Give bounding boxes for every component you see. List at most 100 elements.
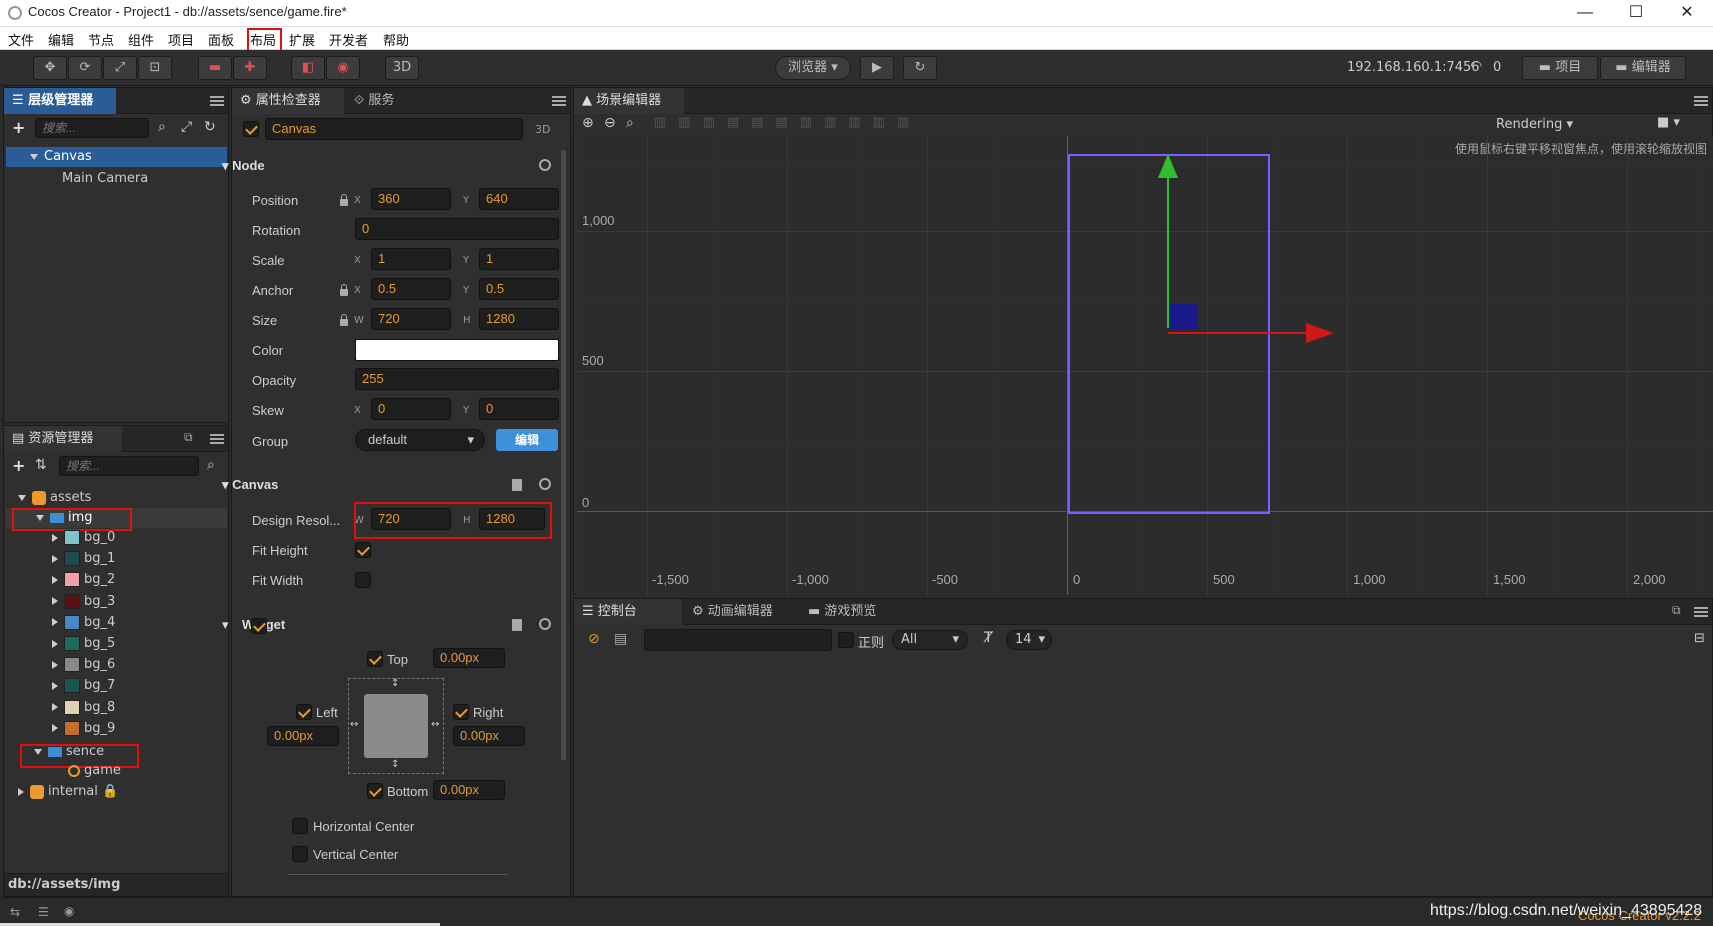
tab-animation-editor[interactable]: ⚙ 动画编辑器 <box>684 599 798 625</box>
panel-menu-icon[interactable] <box>1694 96 1708 98</box>
gizmo-x-arrow-icon[interactable] <box>1306 323 1334 343</box>
maximize-button[interactable]: ☐ <box>1616 2 1656 24</box>
close-button[interactable]: ✕ <box>1667 2 1707 24</box>
expand-arrow-icon[interactable] <box>30 153 38 160</box>
group-select[interactable]: default ▾ <box>355 429 485 451</box>
browser-select[interactable]: 浏览器 ▾ <box>775 56 851 80</box>
tab-hierarchy[interactable]: ☰ 层级管理器 <box>4 88 116 114</box>
rotate-tool-button[interactable]: ⟳ <box>68 56 102 80</box>
sort-icon[interactable]: ⇅ <box>35 457 47 473</box>
vertical-center-checkbox[interactable] <box>292 846 308 862</box>
opacity-input[interactable]: 255 <box>355 368 559 390</box>
zoom-in-icon[interactable]: ⊕ <box>582 115 594 131</box>
anchor-x-input[interactable]: 0.5 <box>371 278 451 300</box>
lock-icon[interactable] <box>340 284 348 296</box>
log-level-select[interactable]: All ▾ <box>892 630 968 650</box>
add-node-button[interactable]: + <box>12 118 25 137</box>
scene-viewport[interactable]: 使用鼠标右键平移视窗焦点，使用滚轮缩放视图 1,000 500 0 -1,500 -1,… <box>577 136 1713 595</box>
clear-log-icon[interactable]: ⊘ <box>588 631 600 647</box>
open-project-button[interactable]: ▬ 项目 <box>1522 56 1598 80</box>
horizontal-center-checkbox[interactable] <box>292 818 308 834</box>
expand-icon[interactable]: ⤢ <box>181 119 192 135</box>
menu-edit[interactable]: 编辑 <box>48 30 74 49</box>
gizmo-y-axis[interactable] <box>1167 176 1169 328</box>
font-size-select[interactable]: 14 ▾ <box>1006 630 1052 650</box>
collapse-arrow-icon[interactable] <box>52 597 58 606</box>
design-resolution-w-input[interactable]: 720 <box>371 508 451 530</box>
center-button[interactable]: ✚ <box>233 56 267 80</box>
collapse-arrow-icon[interactable] <box>52 575 58 584</box>
camera-icon[interactable]: ■ ▾ <box>1657 115 1680 130</box>
local-button[interactable]: ◧ <box>291 56 325 80</box>
console-filter-input[interactable] <box>644 629 832 651</box>
expand-arrow-icon[interactable] <box>18 494 26 501</box>
node-active-checkbox[interactable] <box>243 121 259 137</box>
tab-assets[interactable]: ▤ 资源管理器 <box>4 426 122 452</box>
tree-node-main-camera[interactable]: Main Camera <box>62 169 148 189</box>
tree-assets-root[interactable]: assets <box>18 488 91 508</box>
asset-item[interactable]: bg_6 <box>52 655 115 675</box>
menu-project[interactable]: 项目 <box>168 30 194 49</box>
widget-right-input[interactable]: 0.00px <box>453 726 525 746</box>
expand-arrow-icon[interactable] <box>34 748 42 755</box>
open-log-icon[interactable]: ▤ <box>614 631 627 647</box>
widget-left-input[interactable]: 0.00px <box>267 726 339 746</box>
skew-y-input[interactable]: 0 <box>479 398 559 420</box>
inspector-scrollbar[interactable] <box>561 150 566 760</box>
widget-right-checkbox[interactable] <box>453 704 469 720</box>
hierarchy-search-input[interactable] <box>35 118 149 138</box>
asset-item[interactable]: bg_0 <box>52 528 115 548</box>
size-h-input[interactable]: 1280 <box>479 308 559 330</box>
tree-folder-sence[interactable]: sence <box>34 742 104 762</box>
tab-game-preview[interactable]: ▬ 游戏预览 <box>800 599 900 625</box>
position-x-input[interactable]: 360 <box>371 188 451 210</box>
panel-menu-icon[interactable] <box>210 96 224 98</box>
scale-y-input[interactable]: 1 <box>479 248 559 270</box>
tree-file-game[interactable]: game <box>68 761 121 781</box>
zoom-out-icon[interactable]: ⊖ <box>604 115 616 131</box>
tab-services[interactable]: ⟐ 服务 <box>346 88 416 114</box>
assets-search-input[interactable] <box>59 456 199 476</box>
doc-icon[interactable] <box>512 619 522 631</box>
collapse-arrow-icon[interactable] <box>52 703 58 712</box>
menu-node[interactable]: 节点 <box>88 30 114 49</box>
panel-menu-icon[interactable] <box>552 96 566 98</box>
search-icon[interactable]: ⌕ <box>207 457 215 473</box>
popout-icon[interactable]: ⧉ <box>1672 603 1681 618</box>
asset-item[interactable]: bg_8 <box>52 698 115 718</box>
menu-component[interactable]: 组件 <box>128 30 154 49</box>
collapse-arrow-icon[interactable] <box>52 724 58 733</box>
expand-arrow-icon[interactable] <box>36 514 44 521</box>
widget-left-checkbox[interactable] <box>296 704 312 720</box>
menu-file[interactable]: 文件 <box>8 30 34 49</box>
menu-extension[interactable]: 扩展 <box>289 30 315 49</box>
widget-bottom-checkbox[interactable] <box>367 783 383 799</box>
settings-gear-icon[interactable] <box>539 618 551 630</box>
canvas-section-header[interactable]: ▾ Canvas <box>222 472 512 498</box>
open-editor-button[interactable]: ▬ 编辑器 <box>1600 56 1686 80</box>
asset-item[interactable]: bg_3 <box>52 592 115 612</box>
anchor-y-input[interactable]: 0.5 <box>479 278 559 300</box>
node-section-header[interactable]: ▾ Node <box>222 153 512 179</box>
play-button[interactable]: ▶ <box>860 56 894 80</box>
collapse-arrow-icon[interactable] <box>52 681 58 690</box>
asset-item[interactable]: bg_7 <box>52 676 115 696</box>
fit-height-checkbox[interactable] <box>355 542 371 558</box>
add-asset-button[interactable]: + <box>12 456 25 475</box>
eye-icon[interactable]: ◉ <box>64 904 74 918</box>
rotation-input[interactable]: 0 <box>355 218 559 240</box>
refresh-icon[interactable]: ↻ <box>204 119 216 135</box>
design-resolution-h-input[interactable]: 1280 <box>479 508 545 530</box>
mode-3d-button[interactable]: 3D <box>385 56 419 80</box>
node-3d-toggle[interactable]: 3D <box>535 123 550 136</box>
gizmo-y-arrow-icon[interactable] <box>1158 154 1178 178</box>
widget-top-checkbox[interactable] <box>367 651 383 667</box>
asset-item[interactable]: bg_9 <box>52 719 115 739</box>
asset-item[interactable]: bg_1 <box>52 549 115 569</box>
collapse-arrow-icon[interactable] <box>52 533 58 542</box>
menu-layout[interactable]: 布局 <box>250 30 276 49</box>
global-button[interactable]: ◉ <box>326 56 360 80</box>
popout-icon[interactable]: ⧉ <box>184 430 193 445</box>
widget-enabled-checkbox[interactable] <box>251 618 267 634</box>
search-icon[interactable]: ⌕ <box>158 119 166 135</box>
